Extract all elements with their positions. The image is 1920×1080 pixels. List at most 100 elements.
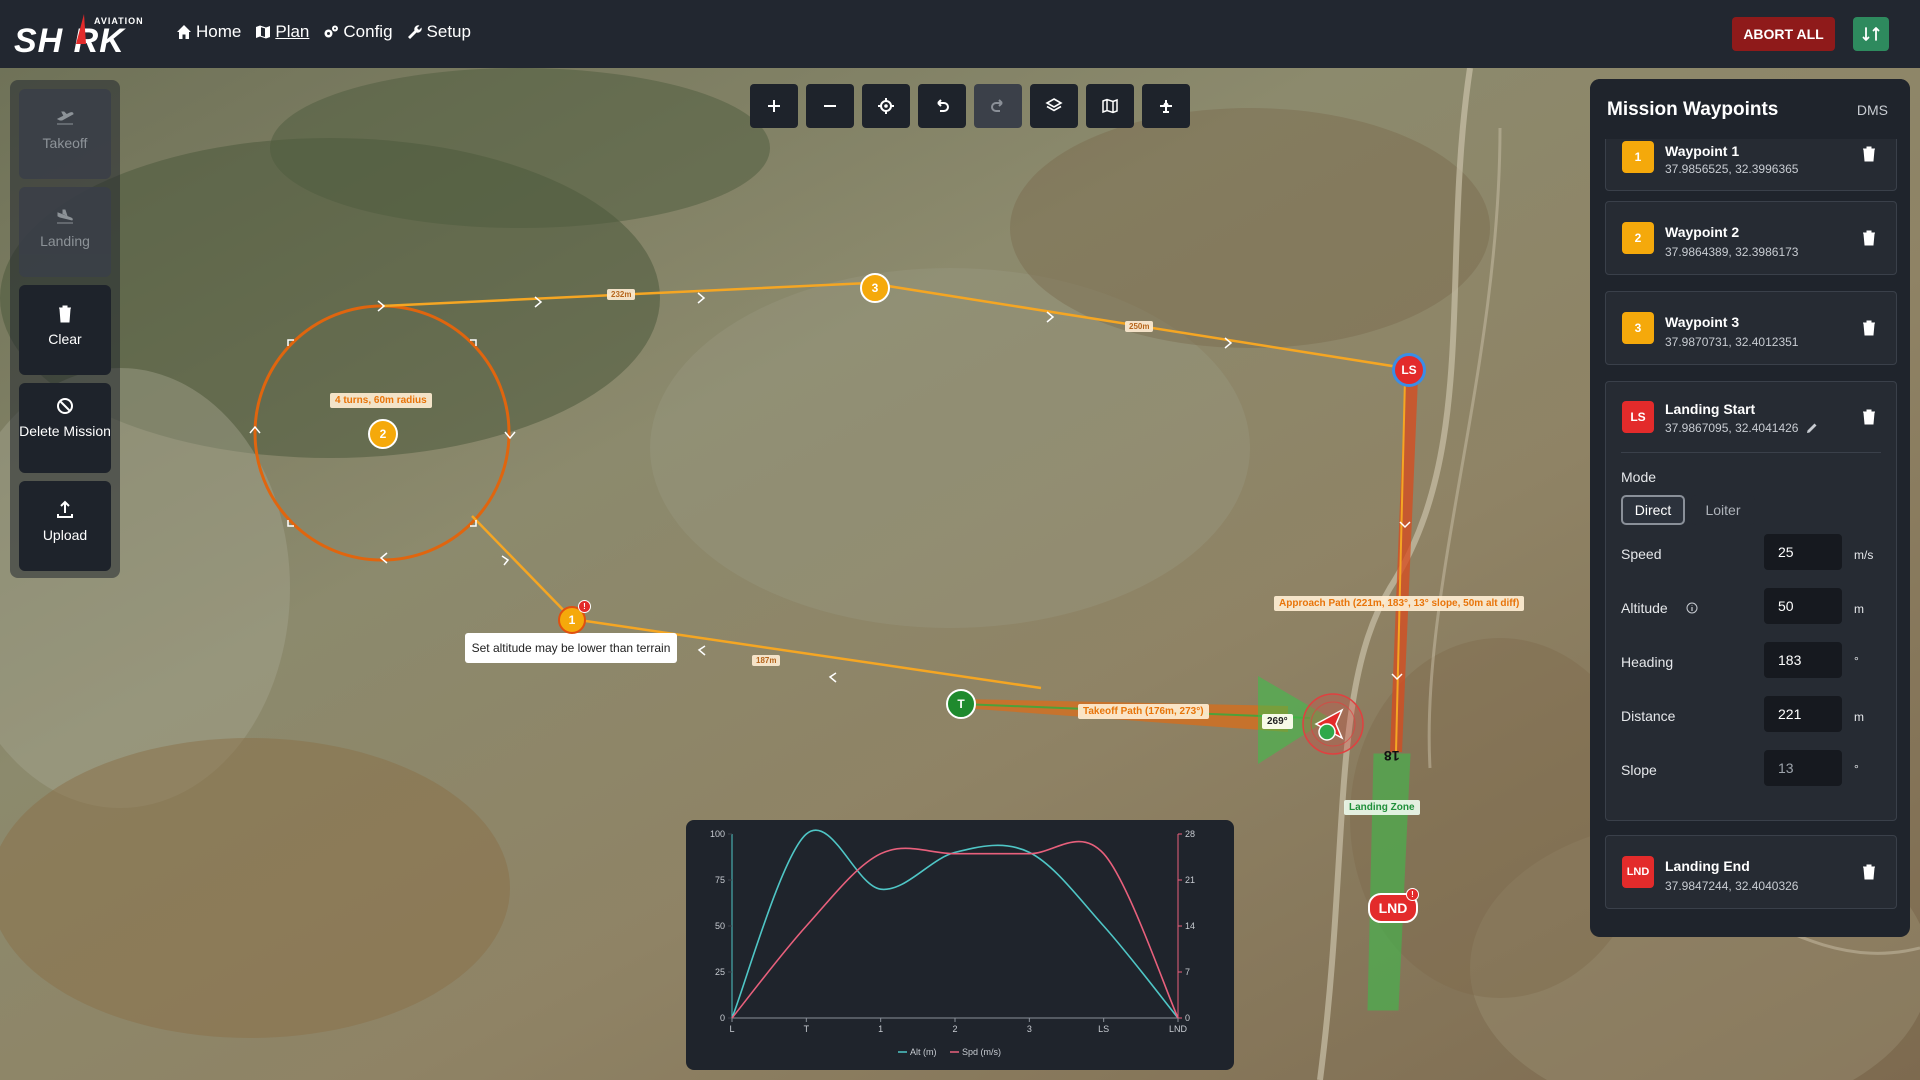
pencil-icon[interactable] [1806, 422, 1818, 434]
waypoint-coords: 37.9864389, 32.3986173 [1665, 245, 1799, 259]
waypoint-card[interactable]: 3 Waypoint 3 37.9870731, 32.4012351 [1605, 291, 1897, 365]
leg-distance-2: 250m [1125, 321, 1154, 332]
y-left-tick-label: 100 [710, 829, 725, 839]
trash-icon[interactable] [1862, 230, 1876, 246]
info-icon[interactable] [1686, 602, 1698, 614]
divider [1621, 452, 1881, 453]
speed-label: Speed [1621, 546, 1662, 562]
y-right-tick-label: 28 [1185, 829, 1195, 839]
trash-icon[interactable] [1862, 146, 1876, 162]
terrain-warning-tooltip: Set altitude may be lower than terrain [465, 633, 677, 663]
altitude-input[interactable]: 50 [1764, 588, 1842, 624]
clear-button[interactable]: Clear [19, 285, 111, 375]
distance-input[interactable]: 221 [1764, 696, 1842, 732]
waypoint-badge: 2 [1622, 222, 1654, 254]
map-view-button[interactable] [1086, 84, 1134, 128]
waypoint-name: Landing End [1665, 858, 1750, 874]
sync-icon [1862, 27, 1880, 41]
zoom-out-button[interactable] [806, 84, 854, 128]
coordinate-format-toggle[interactable]: DMS [1857, 102, 1888, 118]
upload-button[interactable]: Upload [19, 481, 111, 571]
speed-unit: m/s [1854, 548, 1874, 562]
wrench-icon [407, 25, 422, 39]
zoom-in-button[interactable] [750, 84, 798, 128]
plane-takeoff-icon [56, 111, 74, 125]
vehicle-button[interactable] [1142, 84, 1190, 128]
undo-button[interactable] [918, 84, 966, 128]
shark-fin-icon [76, 14, 86, 44]
map-toolbar [750, 84, 1190, 128]
heading-badge: 269° [1262, 714, 1293, 729]
sync-button[interactable] [1853, 17, 1889, 51]
takeoff-marker[interactable]: T [946, 689, 976, 719]
waypoint-3-marker[interactable]: 3 [860, 273, 890, 303]
slope-unit: ° [1854, 762, 1859, 776]
altitude-unit: m [1854, 602, 1864, 616]
waypoint-name: Waypoint 1 [1665, 143, 1740, 159]
mode-direct-button[interactable]: Direct [1621, 495, 1685, 525]
speed-input[interactable]: 25 [1764, 534, 1842, 570]
altitude-label: Altitude [1621, 600, 1668, 616]
crosshair-icon [878, 98, 894, 114]
leg-distance-3: 187m [752, 655, 781, 666]
locate-button[interactable] [862, 84, 910, 128]
waypoint-card[interactable]: 2 Waypoint 2 37.9864389, 32.3986173 [1605, 201, 1897, 275]
landing-button[interactable]: Landing [19, 187, 111, 277]
trash-icon[interactable] [1862, 409, 1876, 425]
distance-label: Distance [1621, 708, 1676, 724]
layers-button[interactable] [1030, 84, 1078, 128]
landing-start-card[interactable]: LS Landing Start 37.9867095, 32.4041426 … [1605, 381, 1897, 821]
waypoint-name: Waypoint 2 [1665, 224, 1740, 240]
shark-aviation-logo[interactable]: AVIATION SH RK [14, 12, 154, 60]
series-line-1 [731, 829, 1179, 1019]
y-left-tick-label: 25 [715, 967, 725, 977]
nav-home[interactable]: Home [176, 22, 241, 42]
trash-icon[interactable] [1862, 320, 1876, 336]
y-left-tick-label: 0 [720, 1013, 725, 1023]
warning-icon: ! [578, 600, 591, 613]
nav-plan[interactable]: Plan [255, 22, 309, 42]
distance-unit: m [1854, 710, 1864, 724]
waypoint-name: Waypoint 3 [1665, 314, 1740, 330]
nav-setup[interactable]: Setup [407, 22, 471, 42]
waypoint-badge: LND [1622, 856, 1654, 888]
nav-config[interactable]: Config [323, 22, 393, 42]
loiter-label: 4 turns, 60m radius [330, 393, 432, 408]
y-right-tick-label: 14 [1185, 921, 1195, 931]
mission-waypoints-panel: Mission Waypoints DMS 1 Waypoint 1 37.98… [1590, 79, 1910, 937]
plane-landing-icon [57, 209, 73, 224]
delete-mission-button[interactable]: Delete Mission [19, 383, 111, 473]
slope-label: Slope [1621, 762, 1657, 778]
takeoff-button[interactable]: Takeoff [19, 89, 111, 179]
y-right-tick-label: 21 [1185, 875, 1195, 885]
redo-button[interactable] [974, 84, 1022, 128]
warning-icon: ! [1406, 888, 1419, 901]
heading-label: Heading [1621, 654, 1674, 670]
waypoint-badge: 3 [1622, 312, 1654, 344]
waypoint-badge: 1 [1622, 141, 1654, 173]
landing-zone-label: Landing Zone [1344, 800, 1420, 815]
legend-label-2: Spd (m/s) [962, 1047, 1001, 1057]
waypoint-name: Landing Start [1665, 401, 1756, 417]
redo-icon [991, 99, 1003, 112]
takeoff-path-label: Takeoff Path (176m, 273°) [1078, 704, 1209, 719]
y-left-tick-label: 50 [715, 921, 725, 931]
abort-all-button[interactable]: ABORT ALL [1732, 17, 1835, 51]
plus-icon [768, 100, 780, 112]
chart-plot: 0 25 50 75 100 0 7 14 21 28 L T 1 2 3 LS LND Alt (m) Spd (… [710, 829, 1195, 1057]
landing-end-card[interactable]: LND Landing End 37.9847244, 32.4040326 [1605, 835, 1897, 909]
slope-input: 13 [1764, 750, 1842, 786]
waypoint-coords: 37.9867095, 32.4041426 [1665, 421, 1799, 435]
trash-icon[interactable] [1862, 864, 1876, 880]
heading-input[interactable]: 183 [1764, 642, 1842, 678]
x-tick-label: 2 [952, 1024, 957, 1034]
runway-number: 18 [1384, 748, 1400, 764]
approach-path-label: Approach Path (221m, 183°, 13° slope, 50… [1274, 596, 1525, 611]
y-left-tick-label: 75 [715, 875, 725, 885]
landing-start-marker[interactable]: LS [1392, 353, 1426, 387]
mode-loiter-button[interactable]: Loiter [1691, 495, 1755, 525]
x-tick-label: 1 [878, 1024, 883, 1034]
waypoint-2-marker[interactable]: 2 [368, 419, 398, 449]
mission-tools-panel: Takeoff Landing Clear Delete Mission Upl… [10, 80, 120, 578]
x-tick-label: LND [1169, 1024, 1188, 1034]
